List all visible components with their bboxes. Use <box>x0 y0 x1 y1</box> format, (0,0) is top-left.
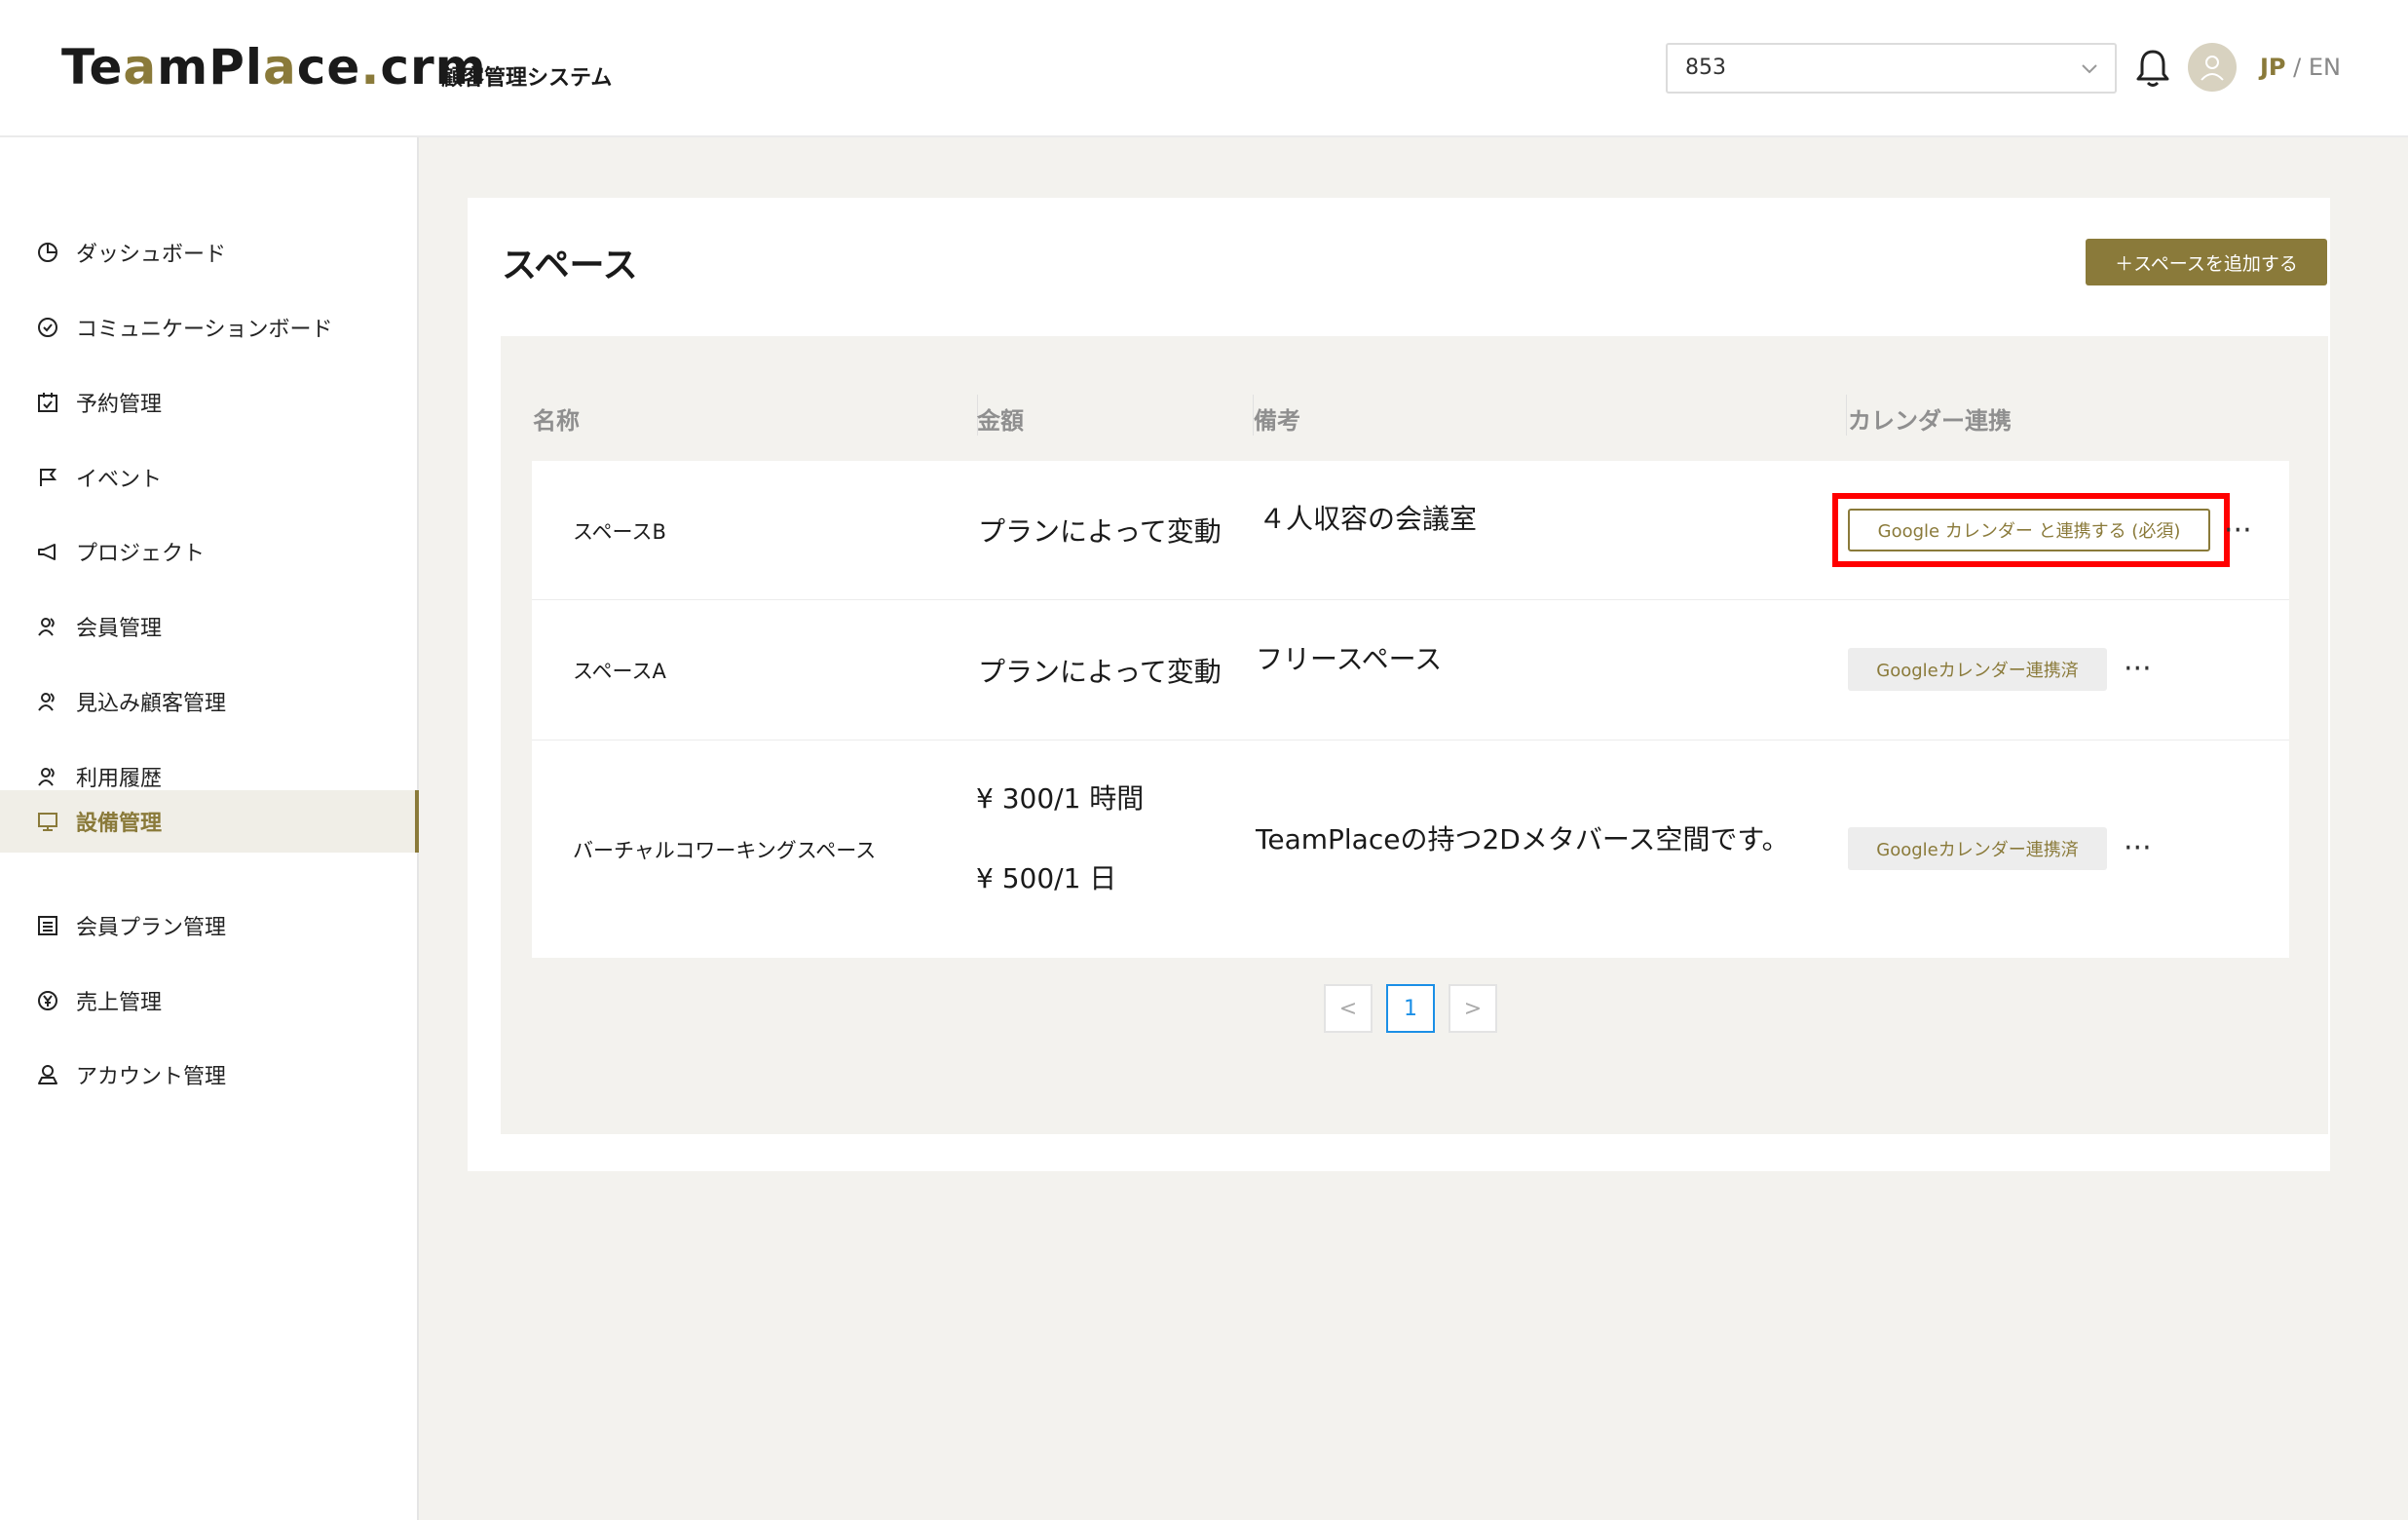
pie-chart-icon <box>38 243 57 262</box>
logo-dot: . <box>360 39 381 95</box>
sidebar-item-projects[interactable]: プロジェクト <box>0 520 419 583</box>
space-remark: ４人収容の会議室 <box>1259 503 1478 535</box>
organization-select-value: 853 <box>1685 56 1726 80</box>
column-header-calendar: カレンダー連携 <box>1848 407 2012 435</box>
space-remark: フリースペース <box>1256 643 1443 675</box>
sidebar-item-label: ダッシュボード <box>76 243 227 267</box>
page-title: スペース <box>502 246 638 285</box>
add-space-button[interactable]: ＋スペースを追加する <box>2086 239 2327 285</box>
sidebar-item-label: 会員管理 <box>76 617 163 641</box>
column-header-price: 金額 <box>977 407 1024 435</box>
sidebar-item-reservations[interactable]: 予約管理 <box>0 371 419 434</box>
sidebar-item-label: 設備管理 <box>76 812 163 836</box>
space-remark: TeamPlaceの持つ2Dメタバース空間です。 <box>1256 823 1789 855</box>
space-name[interactable]: バーチャルコワーキングスペース <box>573 835 876 864</box>
sidebar-item-label: コミュニケーションボード <box>76 318 333 342</box>
sidebar-item-label: 会員プラン管理 <box>76 916 227 940</box>
space-price: プランによって変動 <box>978 656 1222 688</box>
app-subtitle: 顧客管理システム <box>441 66 613 91</box>
sidebar-item-label: 利用履歴 <box>76 767 163 791</box>
sidebar-item-member-plans[interactable]: 会員プラン管理 <box>0 894 419 957</box>
yen-circle-icon <box>38 991 57 1010</box>
row-more-menu[interactable]: ··· <box>2224 516 2252 546</box>
space-price-daily: ¥ 500/1 日 <box>976 862 1117 894</box>
row-divider <box>532 740 2289 741</box>
sidebar-item-prospects[interactable]: 見込み顧客管理 <box>0 670 419 733</box>
sidebar-item-label: イベント <box>76 468 163 492</box>
check-circle-icon <box>38 318 57 337</box>
highlight-box <box>1832 493 2230 567</box>
space-price-hourly: ¥ 300/1 時間 <box>976 782 1145 815</box>
logo-text: Te <box>61 39 124 95</box>
sidebar-item-accounts[interactable]: アカウント管理 <box>0 1044 419 1106</box>
logo-text-accent: a <box>263 39 297 95</box>
space-name[interactable]: スペースA <box>573 656 666 685</box>
sidebar-item-label: プロジェクト <box>76 542 206 566</box>
monitor-icon <box>38 813 57 831</box>
users-icon <box>38 768 55 786</box>
pagination-next-button[interactable]: > <box>1449 984 1497 1033</box>
flag-icon <box>40 469 57 486</box>
user-icon <box>2201 56 2224 81</box>
chevron-down-icon <box>2082 64 2097 74</box>
megaphone-icon <box>38 544 56 560</box>
sidebar-item-members[interactable]: 会員管理 <box>0 595 419 658</box>
pagination-page-1[interactable]: 1 <box>1386 984 1435 1033</box>
column-header-name: 名称 <box>533 407 580 435</box>
sidebar-item-sales[interactable]: 売上管理 <box>0 969 419 1032</box>
row-more-menu[interactable]: ··· <box>2124 834 2152 863</box>
sidebar-item-events[interactable]: イベント <box>0 446 419 509</box>
bell-icon[interactable] <box>2133 47 2172 90</box>
sidebar-item-label: 売上管理 <box>76 991 163 1015</box>
space-name[interactable]: スペースB <box>573 516 666 546</box>
row-more-menu[interactable]: ··· <box>2124 655 2152 684</box>
row-divider <box>532 599 2289 600</box>
sidebar-item-dashboard[interactable]: ダッシュボード <box>0 221 419 284</box>
language-switcher[interactable]: JP / EN <box>2260 54 2341 81</box>
sidebar-item-label: 見込み顧客管理 <box>76 692 227 716</box>
sidebar-item-communication-board[interactable]: コミュニケーションボード <box>0 296 419 359</box>
account-icon <box>38 1065 57 1084</box>
user-avatar[interactable] <box>2188 43 2237 92</box>
lang-en[interactable]: EN <box>2309 54 2341 81</box>
calendar-check-icon <box>38 393 57 412</box>
organization-select[interactable]: 853 <box>1666 43 2117 94</box>
sidebar-item-label: アカウント管理 <box>76 1065 227 1089</box>
pagination-prev-button[interactable]: < <box>1324 984 1373 1033</box>
sidebar-item-label: 予約管理 <box>76 393 163 417</box>
sidebar-nav: ダッシュボード コミュニケーションボード 予約管理 イベント プロジェクト 会員… <box>0 137 419 1520</box>
users-icon <box>38 618 55 636</box>
google-calendar-connected-button[interactable]: Googleカレンダー連携済 <box>1848 648 2107 691</box>
logo-text-accent: a <box>123 39 158 95</box>
lang-separator: / <box>2285 54 2309 81</box>
teamplace-logo[interactable]: TeamPlace.crm <box>61 39 487 95</box>
logo-text: mPl <box>157 39 264 95</box>
list-icon <box>38 916 57 935</box>
column-header-remark: 備考 <box>1254 407 1300 435</box>
sidebar-item-facilities[interactable]: 設備管理 <box>0 790 419 853</box>
space-price: プランによって変動 <box>978 515 1222 548</box>
users-icon <box>38 693 55 711</box>
column-divider <box>1846 395 1847 436</box>
google-calendar-connected-button[interactable]: Googleカレンダー連携済 <box>1848 827 2107 870</box>
lang-jp[interactable]: JP <box>2260 54 2286 81</box>
top-header: TeamPlace.crm 顧客管理システム 853 JP / EN <box>0 0 2408 137</box>
logo-text: ce <box>296 39 361 95</box>
